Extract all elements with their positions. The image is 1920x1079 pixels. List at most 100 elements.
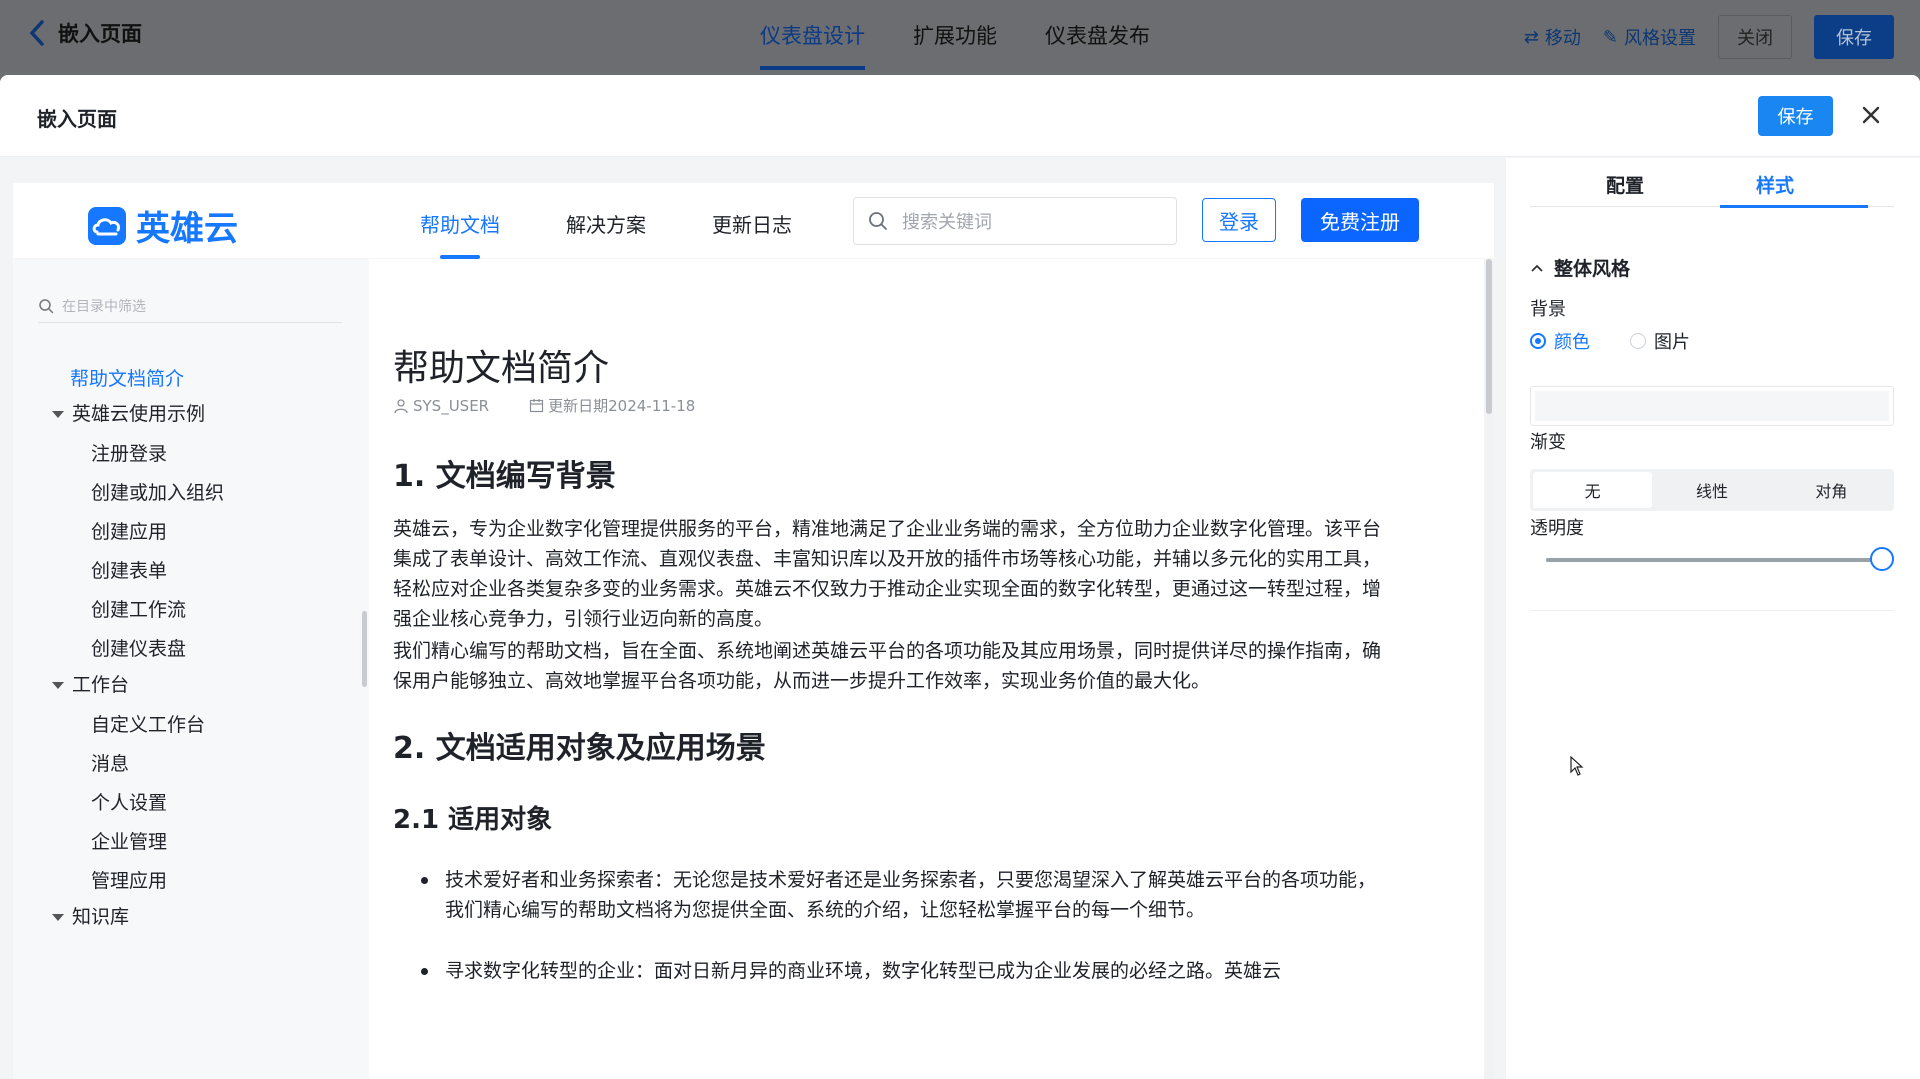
radio-color[interactable]: 颜色 [1530,328,1590,354]
modal-header: 嵌入页面 保存 [0,75,1920,157]
app-top-bar: 嵌入页面 仪表盘设计 扩展功能 仪表盘发布 ⇄ 移动 ✎ 风格设置 关闭 保存 [0,0,1920,72]
article-updated: 更新日期2024-11-18 [529,395,695,416]
list-item: 技术爱好者和业务探索者：无论您是技术爱好者还是业务探索者，只要您渴望深入了解英雄… [419,865,1394,925]
background-color-picker[interactable] [1530,386,1894,426]
gradient-segmented-control: 无 线性 对角 [1530,469,1894,511]
modal-title: 嵌入页面 [37,107,117,131]
style-settings-label: 风格设置 [1624,28,1696,49]
close-icon[interactable] [1858,102,1884,128]
section-title: 整体风格 [1554,258,1631,280]
back-button[interactable]: 嵌入页面 [28,18,142,48]
gradient-option-linear[interactable]: 线性 [1652,472,1771,508]
toc-item-label: 创建或加入组织 [91,482,225,504]
gradient-option-diagonal[interactable]: 对角 [1772,472,1891,508]
modal-save-button[interactable]: 保存 [1758,96,1833,136]
toc-item[interactable]: 个人设置 [91,788,167,815]
overall-style-section-toggle[interactable]: 整体风格 [1530,254,1630,281]
site-logo[interactable]: 英雄云 [88,201,238,250]
divider [1530,610,1894,611]
radio-image-label: 图片 [1654,332,1690,353]
panel-tabs: 配置 样式 [1530,158,1894,208]
calendar-icon [530,399,544,413]
paragraph: 我们精心编写的帮助文档，旨在全面、系统地阐述英雄云平台的各项功能及其应用场景，同… [393,640,1382,692]
tab-style[interactable]: 样式 [1756,171,1794,198]
toc-item[interactable]: 创建仪表盘 [91,634,186,661]
radio-image[interactable]: 图片 [1630,328,1690,354]
toc-item[interactable]: 管理应用 [91,866,167,893]
toc-item[interactable]: 注册登录 [91,439,167,466]
toc-item[interactable]: 创建工作流 [91,595,186,622]
paragraph: 英雄云，专为企业数字化管理提供服务的平台，精准地满足了企业业务端的需求，全方位助… [393,518,1382,630]
caret-down-icon [52,411,64,418]
article-author: SYS_USER [393,395,489,416]
toc-item-label: 个人设置 [91,792,168,814]
nav-changelog[interactable]: 更新日志 [712,209,792,259]
toc-item-label: 创建仪表盘 [91,638,187,660]
toc-sidebar: 在目录中筛选 帮助文档简介 英雄云使用示例 注册登录 创建或加入组织 创建应用 … [13,259,369,1079]
app-actions: ⇄ 移动 ✎ 风格设置 关闭 保存 [1524,15,1894,59]
site-logo-text: 英雄云 [136,209,238,249]
app-save-button[interactable]: 保存 [1814,15,1894,59]
site-search-input[interactable]: 搜索关键词 [853,197,1177,245]
active-tab-indicator [1720,205,1868,208]
mouse-cursor-icon [1570,756,1584,776]
caret-down-icon [52,914,64,921]
back-label: 嵌入页面 [58,22,142,46]
move-label: 移动 [1544,28,1581,49]
tab-dashboard-publish[interactable]: 仪表盘发布 [1045,20,1150,70]
nav-solutions[interactable]: 解决方案 [566,209,646,259]
article-content: 帮助文档简介 SYS_USER 更新日期2024-11-18 1. 文档编写背景… [369,259,1494,1079]
register-button[interactable]: 免费注册 [1301,198,1419,242]
toc-item-label: 英雄云使用示例 [72,403,206,425]
embedded-page-preview: 英雄云 帮助文档 解决方案 更新日志 搜索关键词 登录 免费注册 在目录中筛选 … [13,183,1494,1079]
toc-item[interactable]: 消息 [91,749,129,776]
move-button[interactable]: ⇄ 移动 [1524,24,1581,50]
section-heading: 2. 文档适用对象及应用场景 [393,731,766,766]
toc-item-label: 帮助文档简介 [70,368,185,390]
tab-dashboard-design[interactable]: 仪表盘设计 [760,20,865,70]
background-radio-group: 颜色 图片 [1530,328,1690,354]
toc-item[interactable]: 企业管理 [91,827,167,854]
toc-scrollbar[interactable] [362,611,367,687]
article-scrollbar-track [1484,259,1494,1079]
toc-item[interactable]: 创建或加入组织 [91,478,224,505]
site-nav: 帮助文档 解决方案 更新日志 [420,209,792,259]
toc-item[interactable]: 创建应用 [91,517,167,544]
user-icon [394,398,408,413]
toc-item[interactable]: 工作台 [52,670,129,697]
nav-help-docs[interactable]: 帮助文档 [420,209,500,259]
toc-item[interactable]: 知识库 [52,902,129,929]
style-settings-button[interactable]: ✎ 风格设置 [1603,24,1696,50]
search-icon [869,212,887,230]
toc-item-label: 创建工作流 [91,599,187,621]
search-icon [39,298,54,313]
tab-config[interactable]: 配置 [1606,171,1644,198]
toc-item-label: 创建应用 [91,521,168,543]
move-icon: ⇄ [1523,26,1539,48]
style-panel: 配置 样式 整体风格 背景 颜色 图片 渐变 无 线性 对角 透明度 [1506,158,1920,1079]
cloud-logo-icon [88,206,126,245]
toc-item-label: 企业管理 [91,831,168,853]
color-swatch [1535,391,1889,421]
radio-color-label: 颜色 [1554,332,1590,353]
toc-filter-input[interactable]: 在目录中筛选 [38,289,342,323]
opacity-slider[interactable] [1546,547,1894,571]
close-button[interactable]: 关闭 [1718,15,1792,59]
toc-item-label: 注册登录 [91,443,168,465]
subsection-heading: 2.1 适用对象 [393,805,553,835]
toc-item[interactable]: 自定义工作台 [91,710,205,737]
caret-down-icon [52,682,64,689]
opacity-slider-handle[interactable] [1870,547,1894,571]
list-item: 寻求数字化转型的企业：面对日新月异的商业环境，数字化转型已成为企业发展的必经之路… [419,956,1394,986]
toc-item[interactable]: 创建表单 [91,556,167,583]
chevron-left-icon [29,20,44,46]
gradient-option-none[interactable]: 无 [1533,472,1653,508]
login-button[interactable]: 登录 [1202,198,1276,242]
article-author-text: SYS_USER [413,396,490,415]
article-scrollbar[interactable] [1486,259,1492,414]
toc-filter-placeholder: 在目录中筛选 [62,298,146,315]
gradient-label: 渐变 [1530,432,1566,453]
toc-item[interactable]: 英雄云使用示例 [52,399,205,426]
tab-extensions[interactable]: 扩展功能 [913,20,997,70]
toc-item[interactable]: 帮助文档简介 [70,364,184,391]
